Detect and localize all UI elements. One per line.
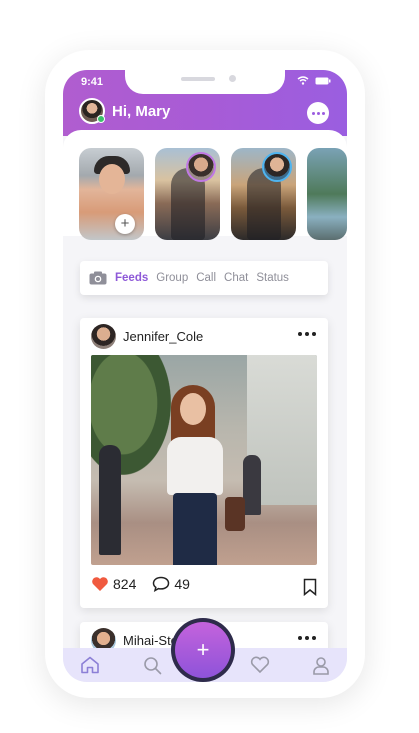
story-friend[interactable] (307, 148, 347, 240)
greeting-text: Hi, Mary (112, 102, 171, 120)
story-friend[interactable] (155, 148, 220, 240)
dot-icon (316, 111, 320, 115)
status-time: 9:41 (81, 76, 104, 88)
story-face (99, 164, 125, 194)
author-name[interactable]: Jennifer_Cole (123, 329, 203, 344)
post-actions: 824 49 (91, 576, 317, 596)
user-avatar[interactable] (79, 98, 105, 124)
dot-icon (311, 111, 315, 115)
story-friend[interactable] (231, 148, 296, 240)
front-camera (229, 75, 236, 82)
heart-filled-icon (92, 577, 108, 591)
wifi-icon (297, 76, 309, 85)
post-header: Jennifer_Cole (91, 324, 203, 349)
tab-chat[interactable]: Chat (224, 272, 248, 284)
dot-icon (305, 332, 309, 336)
home-icon[interactable] (80, 656, 100, 674)
comment-action[interactable]: 49 (152, 576, 190, 592)
app-screen: 9:41 Hi, Mary + Feeds Group Call Chat St… (63, 70, 347, 682)
photo-background-person (243, 455, 261, 515)
photo-subject-face (180, 393, 206, 425)
dot-icon (312, 636, 316, 640)
speaker-grille (181, 77, 215, 81)
create-post-button[interactable]: + (175, 622, 231, 678)
post-card: Jennifer_Cole 824 49 (80, 318, 328, 608)
photo-subject-pants (173, 493, 217, 565)
story-own[interactable]: + (79, 148, 144, 240)
device-notch (125, 70, 285, 94)
author-name[interactable]: Mihai-Ste (123, 633, 178, 648)
dot-icon (312, 332, 316, 336)
comment-count: 49 (174, 576, 190, 592)
post-more-button[interactable] (298, 636, 316, 640)
battery-icon (315, 77, 331, 84)
post-more-button[interactable] (298, 332, 316, 336)
dot-icon (305, 636, 309, 640)
photo-subject-bag (225, 497, 245, 531)
tab-group[interactable]: Group (156, 272, 188, 284)
tab-bar: Feeds Group Call Chat Status (80, 261, 328, 295)
post-photo[interactable] (91, 355, 317, 565)
tab-call[interactable]: Call (196, 272, 216, 284)
search-icon[interactable] (143, 656, 162, 675)
dot-icon (298, 332, 302, 336)
bookmark-icon[interactable] (303, 578, 317, 596)
dot-icon (321, 111, 325, 115)
photo-background-person (99, 445, 121, 555)
status-icons (297, 76, 331, 85)
like-action[interactable]: 824 (91, 576, 136, 592)
story-avatar (262, 152, 292, 182)
like-count: 824 (113, 576, 137, 592)
more-options-button[interactable] (307, 102, 329, 124)
comment-icon (153, 576, 170, 592)
tab-status[interactable]: Status (256, 272, 289, 284)
profile-icon[interactable] (312, 656, 330, 675)
greeting-row: Hi, Mary (79, 98, 170, 124)
author-avatar[interactable] (91, 324, 116, 349)
photo-subject-shirt (167, 437, 223, 495)
stories-row: + (79, 148, 347, 240)
dot-icon (298, 636, 302, 640)
tab-feeds[interactable]: Feeds (115, 272, 148, 284)
heart-icon[interactable] (250, 656, 270, 674)
camera-icon[interactable] (89, 271, 107, 285)
online-indicator (97, 115, 105, 123)
add-story-button[interactable]: + (115, 214, 135, 234)
story-avatar (186, 152, 216, 182)
